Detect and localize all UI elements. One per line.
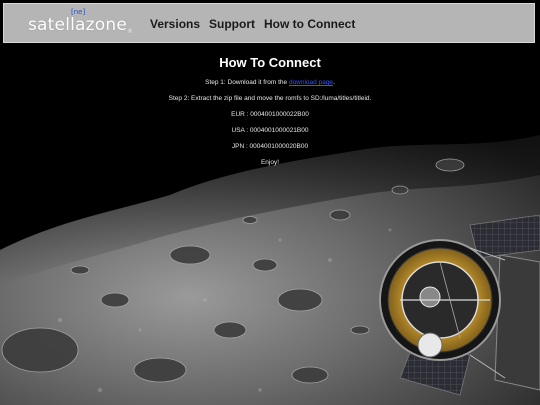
main-content: How To Connect Step 1: Download it from … — [0, 48, 540, 167]
step-1-text: Step 1: Download it from the download pa… — [0, 79, 540, 87]
page: [ne] satellazone® Versions Support How t… — [0, 0, 540, 405]
eur-title-id: EUR : 0004001000022B00 — [231, 111, 309, 118]
usa-title-id: USA : 0004001000021B00 — [231, 127, 309, 134]
step-2-text: Step 2: Extract the zip file and move th… — [168, 95, 372, 102]
enjoy-text: Enjoy! — [260, 159, 280, 166]
jpn-title-id: JPN : 0004001000020B00 — [231, 143, 309, 150]
step-1-prefix: Step 1: Download it from the — [205, 79, 289, 86]
download-page-link[interactable]: download page — [289, 79, 333, 86]
step-1-suffix: . — [333, 79, 335, 86]
page-title: How To Connect — [219, 55, 321, 70]
